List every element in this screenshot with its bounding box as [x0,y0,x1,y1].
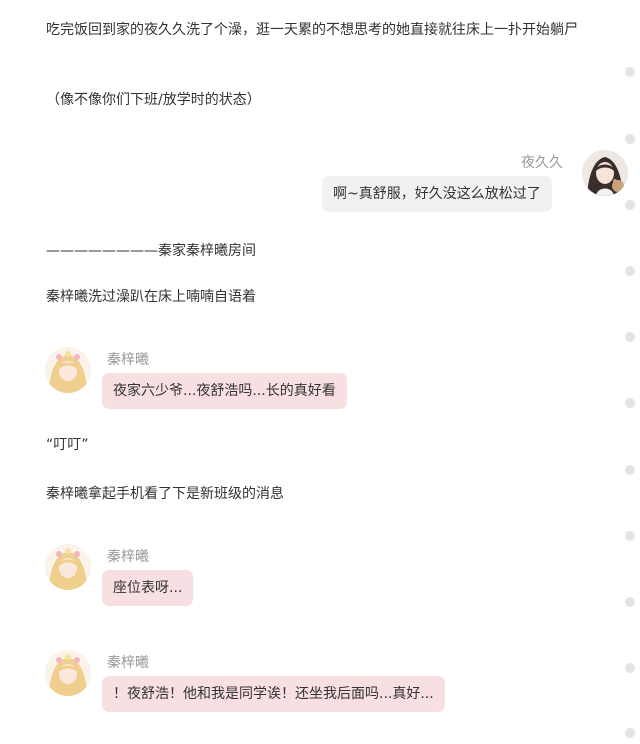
message-bubble: 啊~真舒服，好久没这么放松过了 [322,176,552,212]
scroll-dot-icon [625,465,635,475]
scroll-dot-icon [625,728,635,738]
narration-line: ————————秦家秦梓曦房间 [46,243,256,259]
scroll-dot-icon [625,332,635,342]
avatar-dark-hair-girl-icon [582,150,628,196]
scroll-dot-icon [625,531,635,541]
scroll-dot-icon [625,134,635,144]
scroll-dot-icon [625,398,635,408]
speaker-name: 秦梓曦 [107,655,149,671]
scroll-dot-icon [625,663,635,673]
speaker-name: 夜久久 [521,155,563,171]
message-bubble: 座位表呀... [102,570,194,606]
speaker-name: 秦梓曦 [107,352,149,368]
narration-line: （像不像你们下班/放学时的状态） [46,92,261,108]
avatar-ye-jiujiu[interactable] [582,150,628,196]
speaker-name: 秦梓曦 [107,549,149,565]
scroll-dot-icon [625,200,635,210]
narration-line: 秦梓曦洗过澡趴在床上喃喃自语着 [46,289,256,305]
narration-line: 秦梓曦拿起手机看了下是新班级的消息 [46,486,284,502]
message-bubble: ！夜舒浩！他和我是同学诶！还坐我后面吗...真好... [102,676,445,712]
avatar-blonde-girl-icon [45,544,91,590]
avatar-qin-zixi[interactable] [45,544,91,590]
avatar-blonde-girl-icon [45,650,91,696]
avatar-qin-zixi[interactable] [45,347,91,393]
scroll-dot-icon [625,597,635,607]
narration-line: 吃完饭回到家的夜久久洗了个澡，逛一天累的不想思考的她直接就往床上一扑开始躺尸 [46,22,578,38]
avatar-qin-zixi[interactable] [45,650,91,696]
scroll-dot-icon [625,266,635,276]
scroll-dot-icon [625,67,635,77]
narration-line: “叮叮” [46,437,89,453]
message-bubble: 夜家六少爷...夜舒浩吗...长的真好看 [102,373,347,409]
avatar-blonde-girl-icon [45,347,91,393]
